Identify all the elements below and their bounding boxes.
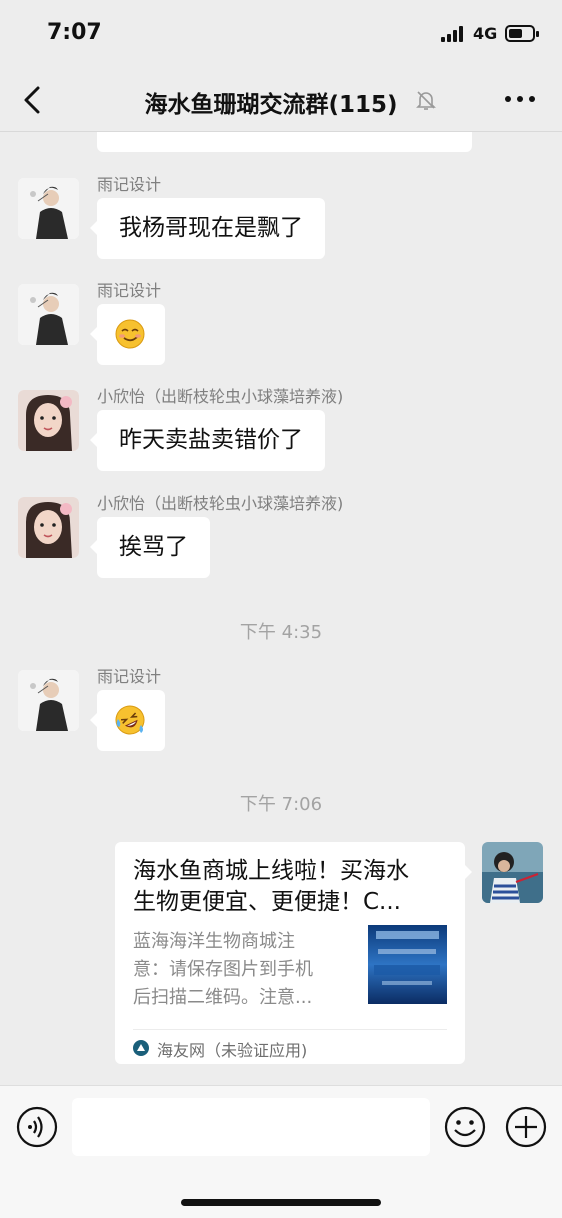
avatar[interactable] xyxy=(18,670,79,731)
rolling-laughing-emoji xyxy=(115,705,145,735)
emoji-icon[interactable] xyxy=(444,1106,486,1148)
sender-name: 小欣怡（出断枝轮虫小球藻培养液) xyxy=(97,494,344,513)
avatar[interactable] xyxy=(18,178,79,239)
avatar[interactable] xyxy=(18,390,79,451)
home-indicator[interactable] xyxy=(181,1199,381,1206)
smirk-face-emoji xyxy=(115,319,145,349)
muted-bell-icon xyxy=(414,88,438,112)
link-card-thumbnail xyxy=(368,925,447,1004)
chat-area[interactable]: 雨记设计 我杨哥现在是飘了 雨记设计 小欣怡（出断枝轮虫小球藻培养液) 昨天卖盐… xyxy=(0,0,562,1085)
message-bubble[interactable] xyxy=(90,690,165,751)
avatar-self[interactable] xyxy=(482,842,543,903)
voice-icon[interactable] xyxy=(16,1106,58,1148)
chat-header: 海水鱼珊瑚交流群(115) xyxy=(0,66,562,132)
link-card-desc-line: 后扫描二维码。注意... xyxy=(133,987,313,1008)
status-bar: 7:07 4G xyxy=(0,0,562,66)
avatar[interactable] xyxy=(18,497,79,558)
chat-timestamp: 下午 7:06 xyxy=(239,794,323,815)
message-bubble[interactable]: 昨天卖盐卖错价了 xyxy=(90,410,325,471)
link-card-source: 海友网（未验证应用) xyxy=(157,1041,308,1060)
signal-icon xyxy=(441,26,467,42)
link-card[interactable]: 海水鱼商城上线啦！买海水 生物更便宜、更便捷！C... 蓝海海洋生物商城注 意：… xyxy=(115,842,472,1064)
message-bubble[interactable]: 挨骂了 xyxy=(90,517,210,578)
message-bubble[interactable] xyxy=(90,304,165,365)
sender-name: 雨记设计 xyxy=(97,175,162,194)
more-dots-icon[interactable] xyxy=(500,86,540,112)
sender-name: 雨记设计 xyxy=(97,281,162,300)
sender-name: 小欣怡（出断枝轮虫小球藻培养液) xyxy=(97,387,344,406)
link-card-description: 蓝海海洋生物商城注 意：请保存图片到手机 后扫描二维码。注意... xyxy=(133,928,355,1012)
link-card-title-line: 海水鱼商城上线啦！买海水 xyxy=(133,858,409,884)
network-type: 4G xyxy=(473,24,498,43)
plus-icon[interactable] xyxy=(505,1106,547,1148)
battery-icon xyxy=(505,25,539,42)
link-card-divider xyxy=(133,1029,447,1030)
link-card-title: 海水鱼商城上线啦！买海水 生物更便宜、更便捷！C... xyxy=(133,856,453,918)
avatar[interactable] xyxy=(18,284,79,345)
status-time: 7:07 xyxy=(47,20,102,45)
chat-title: 海水鱼珊瑚交流群(115) xyxy=(144,92,398,118)
link-card-desc-line: 意：请保存图片到手机 xyxy=(133,959,313,980)
link-card-desc-line: 蓝海海洋生物商城注 xyxy=(133,931,295,952)
message-input[interactable] xyxy=(72,1098,430,1156)
app-source-icon xyxy=(133,1040,149,1056)
message-bubble[interactable]: 我杨哥现在是飘了 xyxy=(90,198,325,259)
sender-name: 雨记设计 xyxy=(97,667,162,686)
chat-timestamp: 下午 4:35 xyxy=(239,622,323,643)
back-chevron-icon[interactable] xyxy=(14,80,54,120)
link-card-title-line: 生物更便宜、更便捷！C... xyxy=(133,889,401,915)
